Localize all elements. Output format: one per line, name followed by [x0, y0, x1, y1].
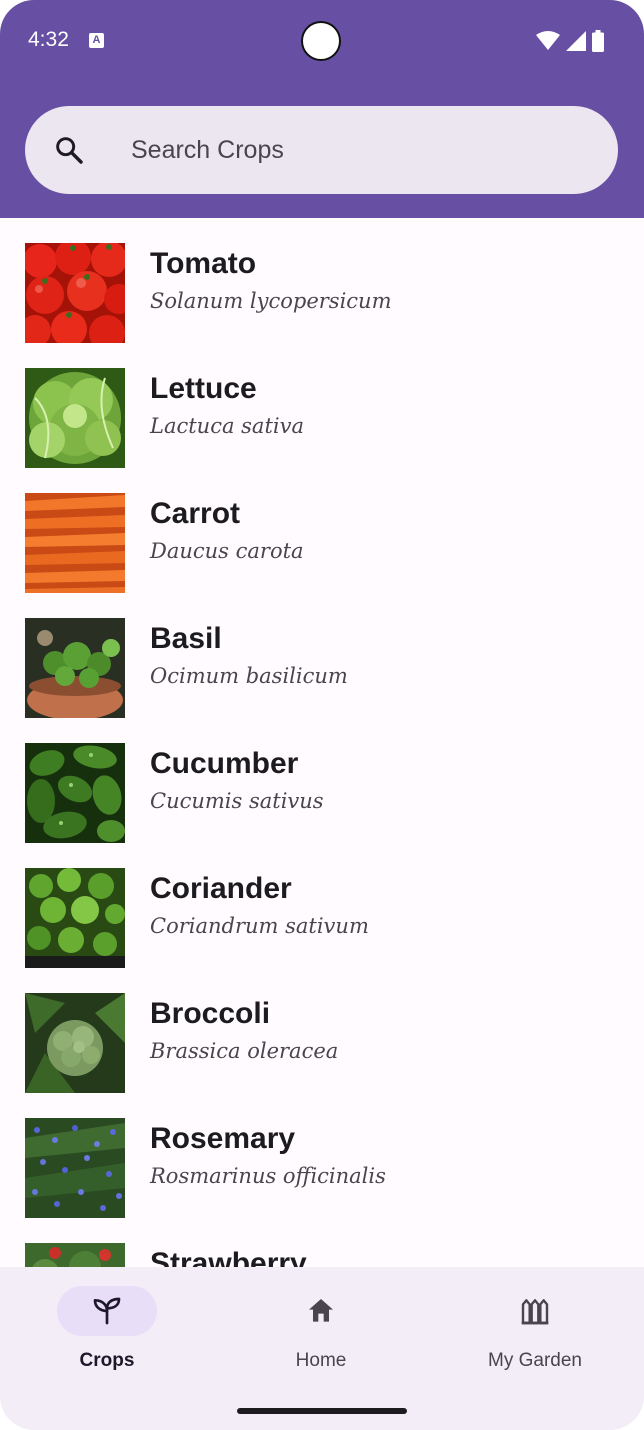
carrot-image [25, 493, 125, 593]
lettuce-image [25, 368, 125, 468]
status-icons [536, 30, 604, 52]
nav-label: My Garden [488, 1350, 582, 1371]
nav-item-crops[interactable]: Crops [0, 1267, 214, 1387]
bottom-navigation: Crops Home My Garden [0, 1267, 644, 1430]
search-input[interactable] [131, 130, 591, 170]
status-bar: 4:32 A [0, 0, 644, 84]
crop-name: Coriander [150, 872, 292, 905]
status-time: 4:32 [28, 28, 69, 51]
crop-name: Strawberry [150, 1247, 307, 1267]
wifi-icon [536, 31, 560, 50]
camera-cutout [301, 21, 341, 61]
nav-item-my-garden[interactable]: My Garden [428, 1267, 642, 1387]
crop-item-broccoli[interactable]: Broccoli Brassica oleracea [0, 968, 644, 1093]
phone-screen: 4:32 A Search Crops Tomato Solanum lycop… [0, 0, 644, 1430]
a-icon: A [89, 33, 104, 48]
crop-item-tomato[interactable]: Tomato Solanum lycopersicum [0, 218, 644, 343]
crop-name: Cucumber [150, 747, 299, 780]
crop-item-basil[interactable]: Basil Ocimum basilicum [0, 593, 644, 718]
crop-scientific-name: Coriandrum sativum [150, 914, 369, 938]
crop-name: Basil [150, 622, 222, 655]
coriander-image [25, 868, 125, 968]
crop-item-lettuce[interactable]: Lettuce Lactuca sativa [0, 343, 644, 468]
crop-item-cucumber[interactable]: Cucumber Cucumis sativus [0, 718, 644, 843]
garden-fence-icon [521, 1299, 549, 1325]
gesture-navigation-bar[interactable] [237, 1408, 407, 1414]
home-icon [309, 1299, 333, 1322]
crop-name: Carrot [150, 497, 241, 530]
rosemary-image [25, 1118, 125, 1218]
basil-image [25, 618, 125, 718]
nav-label: Home [295, 1350, 347, 1371]
crop-scientific-name: Solanum lycopersicum [150, 289, 392, 313]
signal-icon [566, 31, 586, 51]
strawberry-image [25, 1243, 125, 1267]
crop-scientific-name: Brassica oleracea [150, 1039, 339, 1063]
crop-scientific-name: Daucus carota [150, 539, 304, 563]
crop-scientific-name: Lactuca sativa [150, 414, 304, 438]
sprout-icon [93, 1297, 121, 1325]
cucumber-image [25, 743, 125, 843]
crop-name: Rosemary [150, 1122, 296, 1155]
crop-name: Tomato [150, 247, 257, 280]
crop-list[interactable]: Tomato Solanum lycopersicum Lettuce Lact… [0, 218, 644, 1267]
nav-label: Crops [79, 1350, 135, 1371]
crop-item-coriander[interactable]: Coriander Coriandrum sativum [0, 843, 644, 968]
crop-item-carrot[interactable]: Carrot Daucus carota [0, 468, 644, 593]
crop-name: Lettuce [150, 372, 257, 405]
crop-item-rosemary[interactable]: Rosemary Rosmarinus officinalis [0, 1093, 644, 1218]
broccoli-image [25, 993, 125, 1093]
search-icon[interactable] [53, 134, 85, 166]
nav-item-home[interactable]: Home [214, 1267, 428, 1387]
app-header: 4:32 A [0, 0, 644, 218]
search-bar[interactable] [25, 106, 618, 194]
crop-scientific-name: Cucumis sativus [150, 789, 324, 813]
tomato-image [25, 243, 125, 343]
crop-scientific-name: Rosmarinus officinalis [150, 1164, 386, 1188]
crop-scientific-name: Ocimum basilicum [150, 664, 348, 688]
crop-item-strawberry[interactable]: Strawberry [0, 1218, 644, 1267]
battery-icon [592, 30, 604, 52]
crop-name: Broccoli [150, 997, 271, 1030]
